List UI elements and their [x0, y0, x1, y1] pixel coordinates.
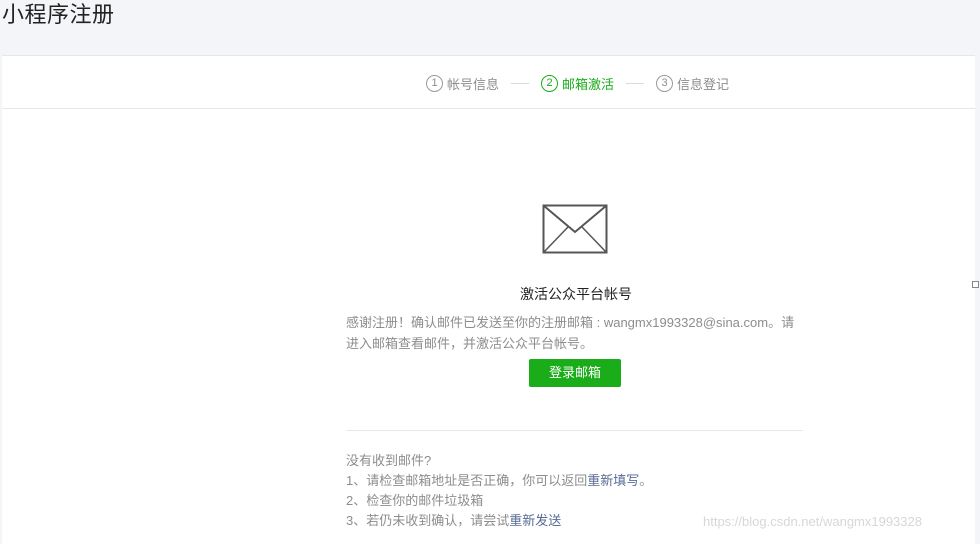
step-number: 1 — [426, 75, 443, 92]
resize-handle[interactable] — [972, 281, 979, 288]
activation-title: 激活公众平台帐号 — [520, 286, 632, 302]
help-item-3-text: 3、若仍未收到确认，请尝试 — [346, 513, 510, 528]
step-number: 2 — [541, 75, 559, 92]
step-label: 信息登记 — [677, 77, 730, 92]
watermark: https://blog.csdn.net/wangmx1993328 — [703, 514, 922, 529]
envelope-icon — [542, 204, 608, 254]
help-heading: 没有收到邮件? — [346, 453, 432, 468]
help-item-1-text: 1、请检查邮箱地址是否正确，你可以返回 — [346, 473, 588, 488]
step-label: 帐号信息 — [447, 77, 500, 92]
help-item-1-suffix: 。 — [639, 473, 653, 488]
steps-bar: 1 帐号信息 2 邮箱激活 3 信息登记 — [2, 56, 975, 109]
step-label: 邮箱激活 — [562, 77, 615, 92]
step-separator — [626, 83, 645, 84]
help-item-1: 1、请检查邮箱地址是否正确，你可以返回重新填写。 — [346, 471, 806, 491]
refill-link[interactable]: 重新填写 — [587, 473, 639, 488]
step-number: 3 — [656, 75, 674, 92]
step-email-activation: 2 邮箱激活 — [541, 74, 614, 93]
step-separator — [511, 83, 530, 84]
page-title: 小程序注册 — [2, 2, 115, 27]
registration-card: 1 帐号信息 2 邮箱激活 3 信息登记 激活公众平台帐号 感谢注册！确认邮件已… — [2, 55, 975, 544]
login-email-button[interactable]: 登录邮箱 — [529, 359, 621, 387]
step-indicator: 1 帐号信息 2 邮箱激活 3 信息登记 — [426, 74, 729, 93]
step-info-registration: 3 信息登记 — [656, 74, 729, 93]
help-item-2: 2、检查你的邮件垃圾箱 — [346, 493, 484, 508]
activation-description: 感谢注册！确认邮件已发送至你的注册邮箱 : wangmx1993328@sina… — [346, 315, 795, 351]
step-account-info: 1 帐号信息 — [426, 74, 499, 93]
divider — [346, 430, 803, 431]
resend-link[interactable]: 重新发送 — [509, 513, 561, 528]
